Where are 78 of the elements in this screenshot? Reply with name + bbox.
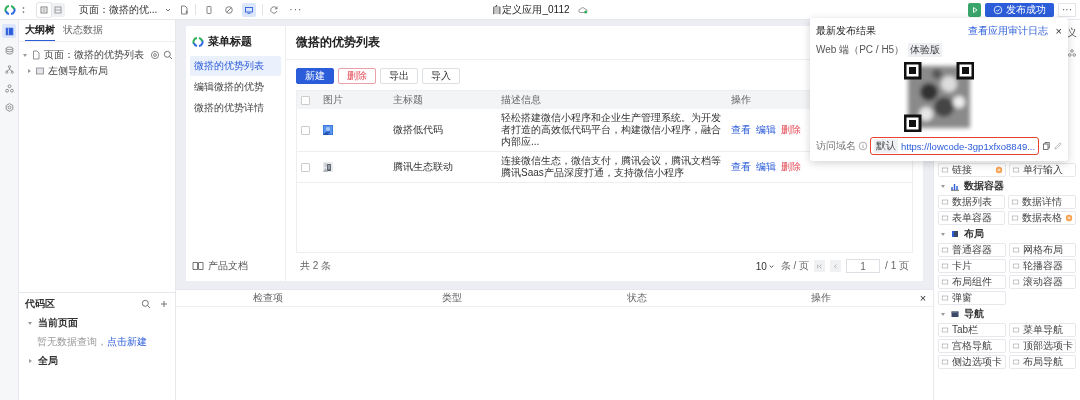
component-item[interactable]: 表单容器 <box>938 211 1005 225</box>
group-title: 布局 <box>964 227 984 241</box>
docs-link[interactable]: 产品文档 <box>208 259 248 273</box>
table-cell: 腾讯生态联动 <box>393 161 453 172</box>
panel-tab[interactable]: 义 <box>1067 26 1077 40</box>
platform-label: Web 端（PC / H5） <box>816 43 905 57</box>
row-action-link[interactable]: 删除 <box>781 160 801 174</box>
menu-item[interactable]: 微搭的优势列表 <box>190 56 281 76</box>
page-size-label: 条 / 页 <box>780 259 810 273</box>
component-item[interactable]: 布局组件 <box>938 275 1006 289</box>
menu-title: 菜单标题 <box>208 34 252 49</box>
column-header: 检查项 <box>253 291 284 305</box>
panel-title: 代码区 <box>25 297 56 311</box>
component-item[interactable]: 网格布局 <box>1008 243 1076 257</box>
total-count: 共 2 条 <box>300 259 332 273</box>
popup-title: 最新发布结果 <box>816 24 877 38</box>
more-button[interactable]: ··· <box>289 4 303 15</box>
url-link[interactable]: https://lowcode-3gp1xfxo8849... <box>901 140 1036 152</box>
component-item[interactable]: 菜单导航 <box>1008 323 1076 337</box>
column-header: 描述信息 <box>501 94 541 105</box>
column-header: 状态 <box>626 291 647 305</box>
component-item[interactable]: 普通容器 <box>938 243 1006 257</box>
column-header: 图片 <box>323 94 343 105</box>
row-action-link[interactable]: 查看 <box>731 123 751 137</box>
table-cell: 微搭低代码 <box>393 124 443 135</box>
page-size-dropdown[interactable]: 10 <box>755 260 776 272</box>
panel-tab[interactable]: 大纲树 <box>25 20 55 41</box>
publish-button[interactable]: 发布成功 <box>985 2 1054 17</box>
table-cell-text: 连接微信生态，微信支付，腾讯会议，腾讯文档等腾讯Saas产品深度打通，支持微信小程序 <box>501 155 722 179</box>
action-button[interactable]: 导入 <box>422 68 460 84</box>
section-label[interactable]: 当前页面 <box>38 316 78 330</box>
component-item[interactable]: 轮播容器 <box>1008 259 1076 273</box>
component-item[interactable]: 单行输入 <box>1008 163 1076 177</box>
version-tag: 体验版 <box>908 43 943 57</box>
tree-item[interactable]: 页面：微搭的优势列表 <box>44 48 144 62</box>
column-header: 类型 <box>442 291 463 305</box>
component-item[interactable]: 数据详情 <box>1008 195 1076 209</box>
table-cell-text: 轻松搭建微信小程序和企业生产管理系统。为开发者打造的高效低代码平台，构建微信小程序，融合内部应... <box>501 112 722 148</box>
close-button[interactable]: × <box>1055 25 1062 37</box>
menu-item[interactable]: 微搭的优势详情 <box>190 98 281 118</box>
component-item[interactable]: 滚动容器 <box>1008 275 1076 289</box>
component-item[interactable]: 侧边选项卡 <box>938 355 1006 369</box>
component-item[interactable]: 数据表格 <box>1008 211 1076 225</box>
close-button[interactable]: × <box>919 292 927 304</box>
row-action-link[interactable]: 删除 <box>781 123 801 137</box>
create-link[interactable]: 点击新建 <box>107 336 147 347</box>
menu-item[interactable]: 编辑微搭的优势 <box>190 77 281 97</box>
group-title: 数据容器 <box>964 179 1004 193</box>
audit-log-link[interactable]: 查看应用审计日志 <box>967 24 1048 38</box>
component-item[interactable]: 弹窗 <box>938 291 1006 305</box>
group-title: 导航 <box>964 307 984 321</box>
column-header: 主标题 <box>393 94 423 105</box>
row-action-link[interactable]: 查看 <box>731 160 751 174</box>
column-header: 操作 <box>810 291 831 305</box>
component-item[interactable]: 链接 <box>938 163 1006 177</box>
default-tag: 默认 <box>874 139 898 153</box>
empty-message: 暂无数据查询，点击新建 <box>36 335 148 349</box>
page-input[interactable]: 1 <box>846 259 881 273</box>
action-button[interactable]: 新建 <box>296 68 334 84</box>
panel-tab[interactable]: 状态数据 <box>63 20 103 41</box>
row-action-link[interactable]: 编辑 <box>756 160 776 174</box>
component-item[interactable]: 数据列表 <box>938 195 1005 209</box>
action-button[interactable]: 导出 <box>380 68 418 84</box>
domain-label: 访问域名 <box>816 139 856 153</box>
tree-item[interactable]: 左侧导航布局 <box>48 64 108 78</box>
app-title: 自定义应用_0112 <box>492 2 570 17</box>
component-item[interactable]: 顶部选项卡 <box>1008 339 1076 353</box>
action-button[interactable]: 删除 <box>338 68 376 84</box>
column-header: 操作 <box>731 94 751 105</box>
component-item[interactable]: Tab栏 <box>938 323 1006 337</box>
page-dropdown[interactable]: 页面：微搭的优... <box>79 2 158 17</box>
section-label[interactable]: 全局 <box>38 354 58 368</box>
component-item[interactable]: 布局导航 <box>1008 355 1076 369</box>
component-item[interactable]: 宫格导航 <box>938 339 1006 353</box>
row-action-link[interactable]: 编辑 <box>756 123 776 137</box>
component-item[interactable]: 卡片 <box>938 259 1006 273</box>
more-button[interactable]: ··· <box>1058 2 1076 17</box>
page-count: / 1 页 <box>885 259 909 273</box>
